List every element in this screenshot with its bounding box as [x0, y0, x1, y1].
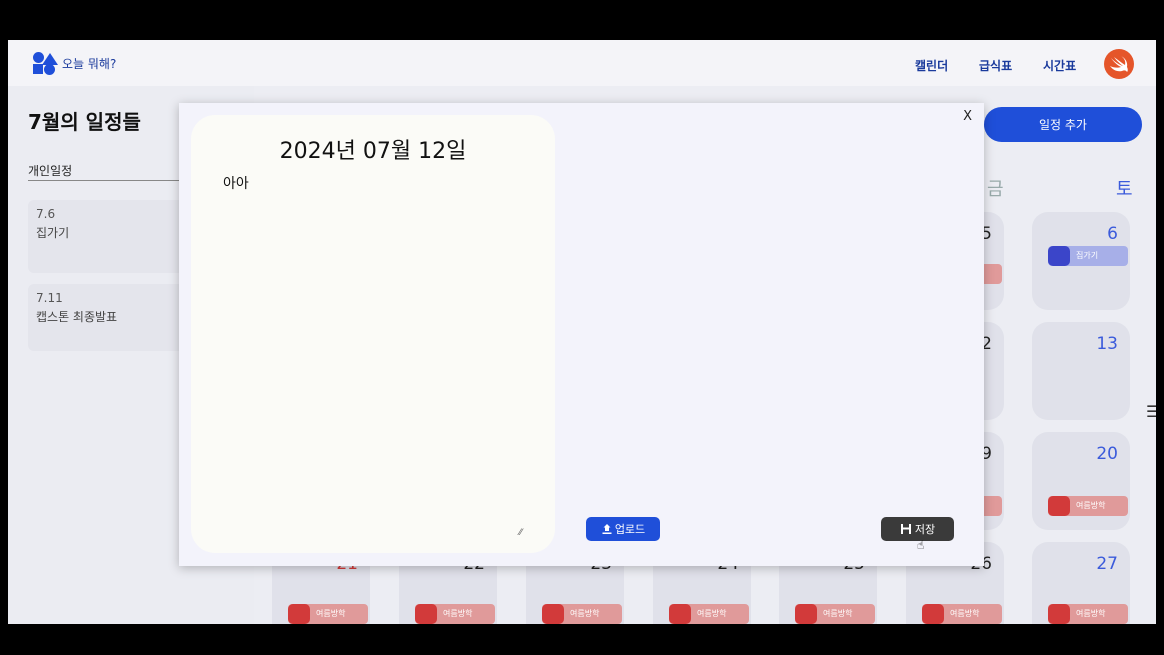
event-date: 7.11: [36, 291, 63, 305]
upload-label: 업로드: [614, 523, 646, 536]
upload-button[interactable]: 업로드: [586, 517, 660, 541]
day-number: 13: [1096, 334, 1118, 354]
day-number: 27: [1096, 554, 1118, 574]
event-date: 7.6: [36, 207, 56, 221]
note-panel: 2024년 07월 12일 ⁄⁄: [191, 115, 555, 553]
day-number: 6: [1107, 224, 1118, 244]
nav-calendar[interactable]: 캘린더: [915, 57, 948, 74]
nav-timetable[interactable]: 시간표: [1043, 57, 1076, 74]
logo[interactable]: 오늘 뭐해?: [32, 50, 116, 76]
avatar[interactable]: [1104, 49, 1134, 79]
chip-label: 여름방학: [1076, 501, 1106, 510]
calendar-day-cell[interactable]: 6 집가기: [1032, 212, 1130, 310]
weekday-sat: 토: [1116, 179, 1133, 200]
event-title: 집가기: [36, 226, 70, 240]
close-button[interactable]: X: [963, 109, 972, 124]
calendar-day-cell[interactable]: 13: [1032, 322, 1130, 420]
chip-label: 여름방학: [443, 609, 473, 618]
chip-label: 집가기: [1076, 251, 1099, 260]
calendar-day-cell[interactable]: 20 여름방학: [1032, 432, 1130, 530]
hand-pointer-icon: ☝: [917, 538, 925, 552]
save-label: 저장: [914, 523, 936, 536]
chip-label: 여름방학: [823, 609, 853, 618]
chip-label: 여름방학: [570, 609, 600, 618]
tab-underline: [28, 180, 186, 181]
top-navbar: 오늘 뭐해? 캘린더 급식표 시간표: [8, 40, 1156, 86]
event-chip[interactable]: 여름방학: [415, 604, 495, 624]
add-event-button[interactable]: 일정 추가: [984, 107, 1142, 142]
event-chip[interactable]: 여름방학: [669, 604, 749, 624]
resize-grip-icon[interactable]: ⁄⁄: [519, 528, 522, 538]
event-title: 캡스톤 최종발표: [36, 310, 118, 324]
app-name: 오늘 뭐해?: [62, 56, 117, 71]
floppy-disk-icon: [900, 524, 911, 534]
weekday-fri: 금: [987, 179, 1004, 200]
swift-icon: [1110, 56, 1128, 72]
event-card[interactable]: 7.11 캡스톤 최종발표: [28, 284, 186, 351]
event-chip[interactable]: 여름방학: [542, 604, 622, 624]
note-modal: X 2024년 07월 12일 ⁄⁄ 업로드 저장 ☝: [179, 103, 984, 566]
event-chip[interactable]: 집가기: [1048, 246, 1128, 266]
event-card[interactable]: 7.6 집가기: [28, 200, 186, 273]
nav-meal[interactable]: 급식표: [979, 57, 1012, 74]
chip-label: 여름방학: [697, 609, 727, 618]
event-chip[interactable]: 여름방학: [922, 604, 1002, 624]
event-chip[interactable]: 여름방학: [1048, 604, 1128, 624]
menu-icon[interactable]: ☰: [1146, 402, 1156, 421]
shapes-logo-icon: [32, 50, 58, 76]
calendar-day-cell[interactable]: 27 여름방학: [1032, 542, 1130, 624]
chip-label: 여름방학: [316, 609, 346, 618]
chip-label: 여름방학: [950, 609, 980, 618]
event-chip[interactable]: 여름방학: [1048, 496, 1128, 516]
chip-label: 여름방학: [1076, 609, 1106, 618]
note-date: 2024년 07월 12일: [279, 139, 467, 164]
upload-icon: [602, 524, 612, 534]
day-number: 20: [1096, 444, 1118, 464]
event-chip[interactable]: 여름방학: [288, 604, 368, 624]
event-chip[interactable]: 여름방학: [795, 604, 875, 624]
sidebar-title: 7월의 일정들: [28, 110, 141, 134]
tab-personal-events[interactable]: 개인일정: [28, 162, 72, 179]
note-textarea[interactable]: [223, 173, 523, 533]
